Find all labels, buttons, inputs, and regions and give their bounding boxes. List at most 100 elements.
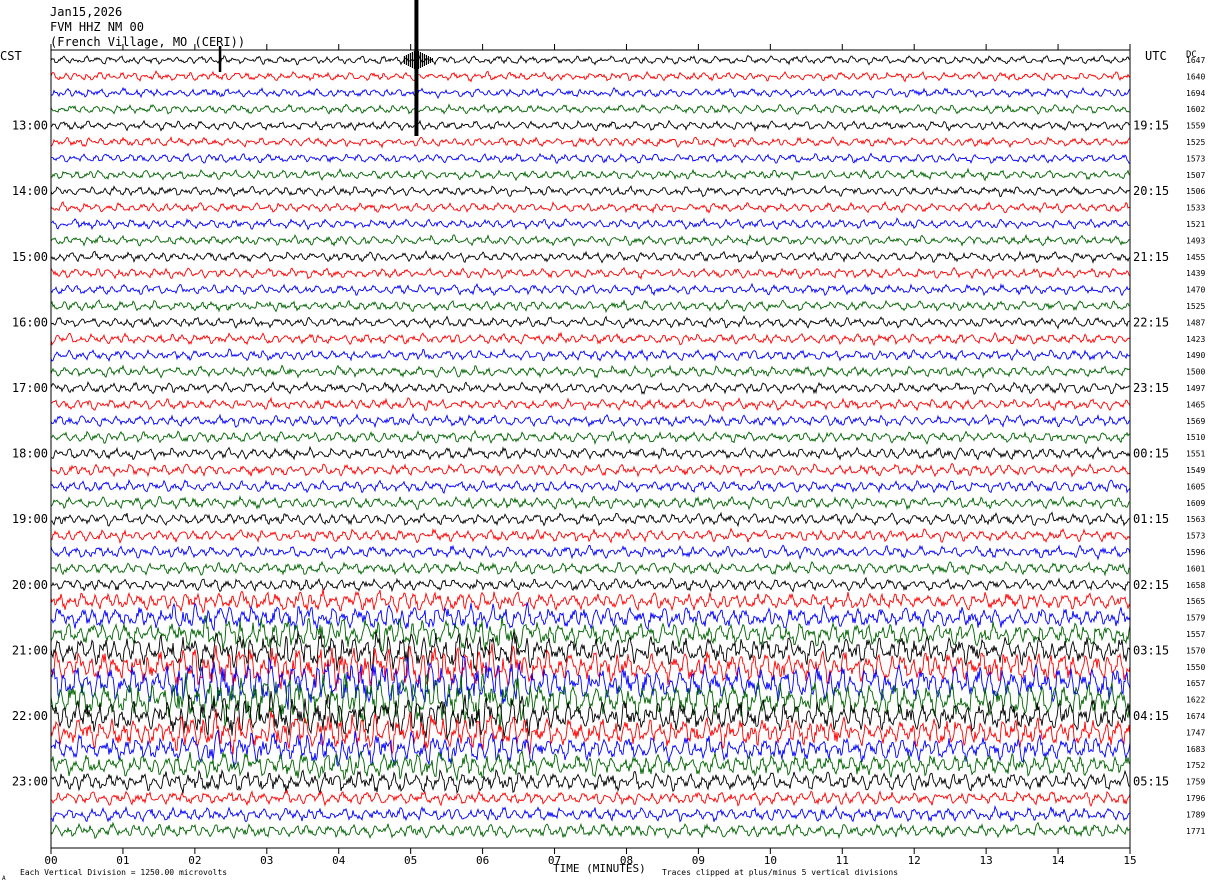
x-tick-label: 05 (404, 854, 417, 867)
trace-line (50, 315, 1131, 330)
dc-offset-value: 1549 (1186, 466, 1205, 475)
x-tick-label: 15 (1123, 854, 1136, 867)
dc-offset-value: 1647 (1186, 56, 1205, 65)
left-time-label: 14:00 (12, 184, 48, 198)
dc-offset-value: 1694 (1186, 89, 1205, 98)
dc-offset-value: 1657 (1186, 679, 1205, 688)
trace-line (50, 527, 1131, 545)
dc-offset-value: 1565 (1186, 597, 1205, 606)
trace-line (50, 266, 1131, 280)
dc-offset-value: 1602 (1186, 105, 1205, 114)
right-time-label: 20:15 (1133, 184, 1169, 198)
x-tick-label: 12 (908, 854, 921, 867)
left-time-label: 19:00 (12, 512, 48, 526)
trace-line (50, 445, 1131, 461)
trace-line (50, 217, 1130, 231)
dc-offset-value: 1521 (1186, 220, 1205, 229)
x-tick-label: 14 (1051, 854, 1065, 867)
trace-line (50, 184, 1131, 198)
right-time-label: 19:15 (1133, 119, 1169, 133)
trace-line (50, 577, 1131, 593)
trace-line (50, 709, 1131, 756)
header-station: FVM HHZ NM 00 (50, 20, 144, 34)
header-location: (French Village, MO (CERI)) (50, 35, 245, 49)
dc-offset-value: 1465 (1186, 400, 1205, 409)
x-tick-label: 04 (332, 854, 346, 867)
dc-offset-value: 1490 (1186, 351, 1205, 360)
dc-offset-value: 1570 (1186, 646, 1205, 655)
trace-line (50, 119, 1131, 133)
trace-line (50, 103, 1131, 115)
left-timezone-label: CST (0, 49, 22, 63)
left-time-label: 16:00 (12, 315, 48, 329)
dc-offset-value: 1470 (1186, 286, 1205, 295)
x-tick-label: 10 (764, 854, 777, 867)
trace-line (50, 167, 1131, 182)
dc-offset-value: 1771 (1186, 827, 1205, 836)
x-tick-label: 02 (188, 854, 201, 867)
left-time-label: 22:00 (12, 709, 48, 723)
trace-line (50, 396, 1131, 412)
trace-line (50, 511, 1130, 528)
dc-offset-value: 1557 (1186, 630, 1205, 639)
dc-offset-value: 1752 (1186, 761, 1205, 770)
dc-offset-value: 1789 (1186, 810, 1205, 819)
dc-offset-value: 1525 (1186, 138, 1205, 147)
x-tick-label: 01 (116, 854, 129, 867)
dc-offset-value: 1609 (1186, 499, 1205, 508)
trace-line (50, 588, 1131, 614)
right-timezone-label: UTC (1145, 49, 1167, 63)
dc-offset-value: 1640 (1186, 72, 1205, 81)
trace-line (50, 347, 1131, 363)
corner-mark: A (2, 875, 6, 882)
trace-line (50, 331, 1131, 347)
dc-offset-value: 1493 (1186, 236, 1205, 245)
left-time-label: 18:00 (12, 447, 48, 461)
x-tick-label: 00 (44, 854, 57, 867)
trace-line (50, 249, 1131, 264)
right-time-label: 22:15 (1133, 315, 1169, 329)
dc-offset-value: 1507 (1186, 171, 1205, 180)
right-time-label: 23:15 (1133, 381, 1169, 395)
dc-offset-value: 1601 (1186, 564, 1205, 573)
dc-offset-value: 1605 (1186, 482, 1205, 491)
dc-offset-value: 1423 (1186, 335, 1205, 344)
trace-line (50, 69, 1131, 83)
trace-line (50, 136, 1131, 149)
dc-offset-value: 1506 (1186, 187, 1205, 196)
x-tick-label: 09 (692, 854, 705, 867)
dc-offset-value: 1796 (1186, 794, 1205, 803)
header-date: Jan15,2026 (50, 5, 122, 19)
trace-line (50, 544, 1131, 561)
dc-offset-value: 1658 (1186, 581, 1205, 590)
x-tick-label: 11 (836, 854, 849, 867)
right-time-label: 02:15 (1133, 578, 1169, 592)
dc-offset-value: 1525 (1186, 302, 1205, 311)
right-time-label: 03:15 (1133, 643, 1169, 657)
x-tick-label: 13 (980, 854, 993, 867)
trace-line (50, 364, 1131, 379)
dc-offset-value: 1497 (1186, 384, 1205, 393)
x-axis-title: TIME (MINUTES) (553, 862, 646, 875)
dc-offset-value: 1487 (1186, 318, 1205, 327)
trace-line (50, 412, 1131, 429)
trace-line (50, 462, 1131, 478)
dc-offset-value: 1550 (1186, 663, 1205, 672)
clip-note: Traces clipped at plus/minus 5 vertical … (662, 868, 898, 877)
dc-offset-value: 1455 (1186, 253, 1205, 262)
trace-line (50, 768, 1131, 795)
trace-line (50, 560, 1131, 577)
dc-offset-value: 1596 (1186, 548, 1205, 557)
trace-line (50, 54, 1131, 66)
left-time-label: 23:00 (12, 775, 48, 789)
trace-line (50, 804, 1131, 823)
trace-line (50, 86, 1131, 100)
right-time-label: 00:15 (1133, 447, 1169, 461)
dc-offset-value: 1500 (1186, 368, 1205, 377)
right-time-label: 05:15 (1133, 775, 1169, 789)
left-time-label: 21:00 (12, 643, 48, 657)
dc-offset-value: 1674 (1186, 712, 1205, 721)
dc-offset-value: 1579 (1186, 614, 1205, 623)
trace-line (50, 602, 1131, 632)
dc-offset-value: 1622 (1186, 696, 1205, 705)
